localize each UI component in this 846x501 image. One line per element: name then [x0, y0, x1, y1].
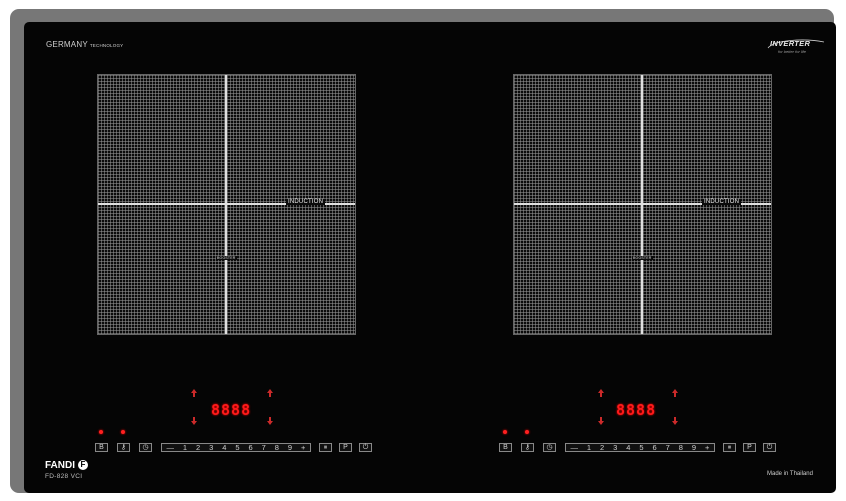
slider-step-2[interactable]: 2	[196, 443, 200, 452]
pause-button[interactable]: ⏸	[319, 443, 332, 452]
zone-dotted-line-vertical	[226, 215, 227, 253]
brand-logo: FANDI F	[45, 460, 88, 471]
indicator-led	[503, 430, 507, 434]
power-button[interactable]: ⏻	[359, 443, 372, 452]
up-arrow-icon[interactable]	[672, 389, 678, 397]
up-arrow-icon[interactable]	[191, 389, 197, 397]
zone-crosshair-vertical	[641, 75, 643, 334]
slider-minus[interactable]: —	[166, 443, 174, 452]
origin-label: Made in Thailand	[767, 471, 813, 477]
slider-step-2[interactable]: 2	[600, 443, 604, 452]
program-button[interactable]: P	[743, 443, 756, 452]
power-slider[interactable]: — 1 2 3 4 5 6 7 8 9 +	[161, 443, 311, 452]
slider-step-3[interactable]: 3	[209, 443, 213, 452]
booster-label: BOOSTER	[632, 256, 653, 260]
zone-dotted-line	[669, 203, 699, 204]
brand-logo-icon: F	[78, 460, 88, 471]
zone-crosshair-vertical	[225, 75, 227, 334]
power-button[interactable]: ⏻	[763, 443, 776, 452]
down-arrow-icon[interactable]	[672, 417, 678, 425]
zone-dotted-line-vertical	[642, 215, 643, 253]
booster-label: BOOSTER	[216, 256, 237, 260]
slider-step-1[interactable]: 1	[587, 443, 591, 452]
power-display: 8888	[211, 401, 252, 419]
cooking-zone-left[interactable]: INDUCTION BOOSTER	[97, 74, 356, 335]
pause-button[interactable]: ⏸	[723, 443, 736, 452]
down-arrow-icon[interactable]	[191, 417, 197, 425]
control-panel-right: 8888 B ⚷ ◷ — 1 2 3 4 5 6 7 8 9 + ⏸ P ⏻	[490, 385, 780, 460]
slider-step-7[interactable]: 7	[262, 443, 266, 452]
up-arrow-icon[interactable]	[598, 389, 604, 397]
up-arrow-icon[interactable]	[267, 389, 273, 397]
germany-technology-label: GERMANY TECHNOLOGY	[46, 40, 123, 49]
inverter-logo: INVERTER for better for life	[764, 38, 826, 58]
cooking-zone-right[interactable]: INDUCTION BOOSTER	[513, 74, 772, 335]
slider-step-4[interactable]: 4	[626, 443, 630, 452]
slider-step-4[interactable]: 4	[222, 443, 226, 452]
slider-step-8[interactable]: 8	[679, 443, 683, 452]
lock-button[interactable]: ⚷	[117, 443, 130, 452]
slider-plus[interactable]: +	[301, 443, 305, 452]
power-slider[interactable]: — 1 2 3 4 5 6 7 8 9 +	[565, 443, 715, 452]
slider-step-3[interactable]: 3	[613, 443, 617, 452]
slider-step-7[interactable]: 7	[666, 443, 670, 452]
model-number: FD-828 VCI	[45, 473, 83, 480]
slider-step-9[interactable]: 9	[288, 443, 292, 452]
timer-button[interactable]: ◷	[543, 443, 556, 452]
induction-label: INDUCTION	[286, 199, 326, 205]
lock-button[interactable]: ⚷	[521, 443, 534, 452]
down-arrow-icon[interactable]	[267, 417, 273, 425]
tagline-small: TECHNOLOGY	[89, 43, 124, 48]
slider-minus[interactable]: —	[570, 443, 578, 452]
boost-button[interactable]: B	[499, 443, 512, 452]
slider-plus[interactable]: +	[705, 443, 709, 452]
indicator-led	[99, 430, 103, 434]
glass-surface: GERMANY TECHNOLOGY INVERTER for better fo…	[24, 22, 836, 493]
inverter-text: INVERTER	[770, 39, 811, 48]
slider-step-6[interactable]: 6	[249, 443, 253, 452]
cooktop-frame: GERMANY TECHNOLOGY INVERTER for better fo…	[10, 9, 836, 493]
power-display: 8888	[616, 401, 657, 419]
timer-button[interactable]: ◷	[139, 443, 152, 452]
slider-step-8[interactable]: 8	[275, 443, 279, 452]
tagline-main: GERMANY	[46, 40, 88, 49]
slider-step-9[interactable]: 9	[692, 443, 696, 452]
brand-name: FANDI	[45, 460, 75, 471]
slider-step-1[interactable]: 1	[183, 443, 187, 452]
slider-step-5[interactable]: 5	[235, 443, 239, 452]
inverter-subtext: for better for life	[778, 49, 807, 54]
zone-dotted-line	[253, 203, 283, 204]
boost-button[interactable]: B	[95, 443, 108, 452]
indicator-led	[525, 430, 529, 434]
indicator-led	[121, 430, 125, 434]
down-arrow-icon[interactable]	[598, 417, 604, 425]
induction-label: INDUCTION	[702, 199, 742, 205]
slider-step-5[interactable]: 5	[639, 443, 643, 452]
control-panel-left: 8888 B ⚷ ◷ — 1 2 3 4 5 6 7 8 9 + ⏸ P ⏻	[86, 385, 376, 460]
program-button[interactable]: P	[339, 443, 352, 452]
slider-step-6[interactable]: 6	[653, 443, 657, 452]
